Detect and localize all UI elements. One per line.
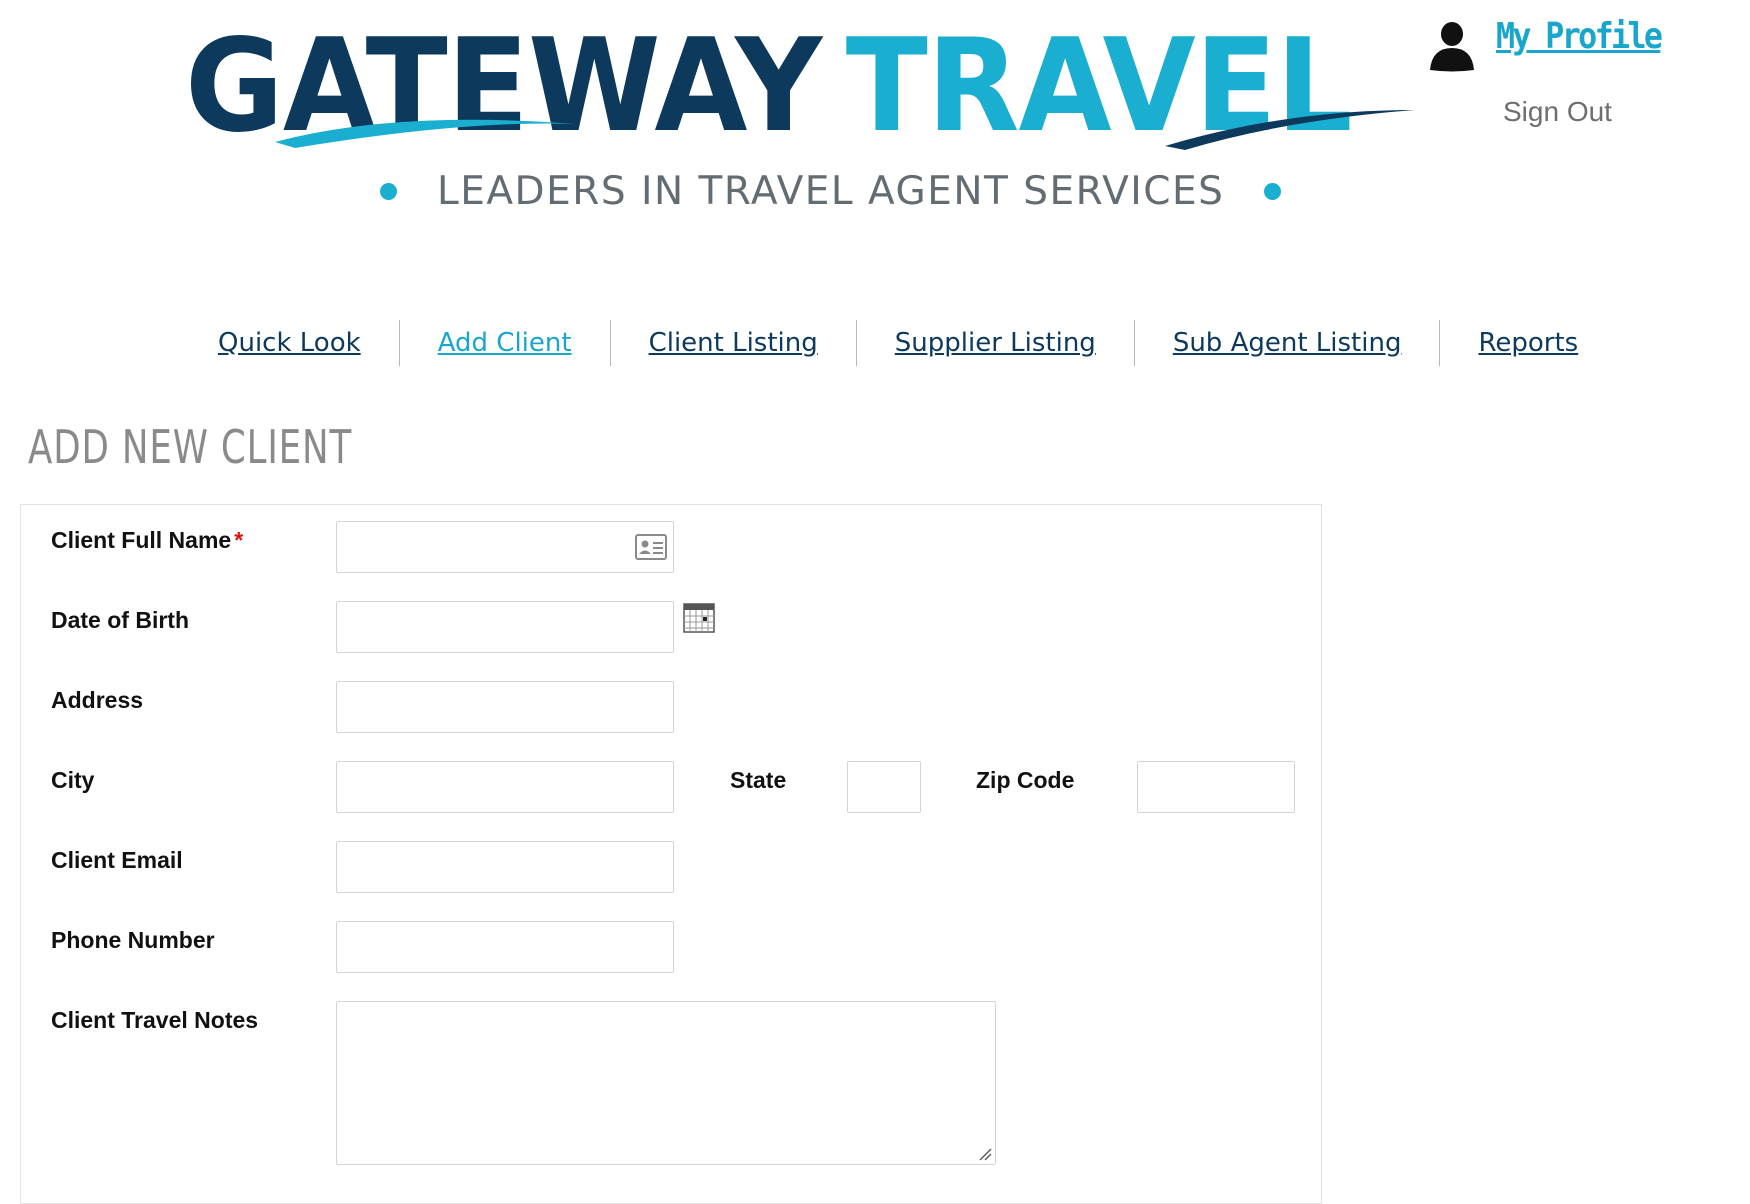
calendar-icon[interactable] — [683, 603, 715, 633]
gateway-travel-logo: GATEWAY TRAVEL LEADERS IN TRAVEL AGENT SE… — [185, 23, 1415, 218]
tagline-dot-right — [1264, 182, 1282, 200]
resize-handle-icon[interactable] — [978, 1147, 992, 1161]
city-label: City — [51, 767, 95, 793]
client-full-name-label-text: Client Full Name — [51, 527, 232, 553]
nav-sub-agent-listing[interactable]: Sub Agent Listing — [1135, 320, 1440, 366]
state-label: State — [730, 767, 787, 793]
address-input[interactable] — [336, 681, 674, 733]
profile-area: My Profile Sign Out — [1428, 16, 1728, 138]
client-full-name-label: Client Full Name * — [51, 527, 243, 554]
nav-quick-look[interactable]: Quick Look — [180, 320, 399, 366]
main-nav: Quick Look Add Client Client Listing Sup… — [180, 320, 1616, 366]
phone-number-input[interactable] — [336, 921, 674, 973]
date-of-birth-label: Date of Birth — [51, 607, 189, 633]
state-input[interactable] — [847, 761, 921, 813]
contact-card-icon[interactable] — [635, 533, 667, 561]
city-input[interactable] — [336, 761, 674, 813]
logo-swoosh — [275, 110, 1415, 150]
zip-code-label: Zip Code — [976, 767, 1075, 793]
my-profile-link[interactable]: My Profile — [1496, 16, 1663, 57]
address-label: Address — [51, 687, 144, 713]
client-email-input[interactable] — [336, 841, 674, 893]
client-travel-notes-label: Client Travel Notes — [51, 1007, 259, 1033]
sign-out-link[interactable]: Sign Out — [1503, 96, 1612, 128]
add-client-form: Client Full Name * Date of Birth Address … — [20, 504, 1322, 1204]
zip-code-input[interactable] — [1137, 761, 1295, 813]
nav-add-client[interactable]: Add Client — [400, 320, 610, 366]
page-title: ADD NEW CLIENT — [28, 420, 353, 474]
required-marker: * — [234, 527, 244, 553]
client-email-label: Client Email — [51, 847, 183, 873]
phone-number-label: Phone Number — [51, 927, 215, 953]
date-of-birth-input[interactable] — [336, 601, 674, 653]
client-full-name-input[interactable] — [336, 521, 674, 573]
nav-client-listing[interactable]: Client Listing — [611, 320, 856, 366]
logo-tagline: LEADERS IN TRAVEL AGENT SERVICES — [380, 166, 1282, 216]
user-icon — [1430, 22, 1474, 72]
client-travel-notes-textarea[interactable] — [336, 1001, 996, 1165]
tagline-text: LEADERS IN TRAVEL AGENT SERVICES — [437, 168, 1225, 214]
nav-reports[interactable]: Reports — [1440, 320, 1616, 366]
nav-supplier-listing[interactable]: Supplier Listing — [857, 320, 1134, 366]
tagline-dot-left — [380, 182, 397, 200]
